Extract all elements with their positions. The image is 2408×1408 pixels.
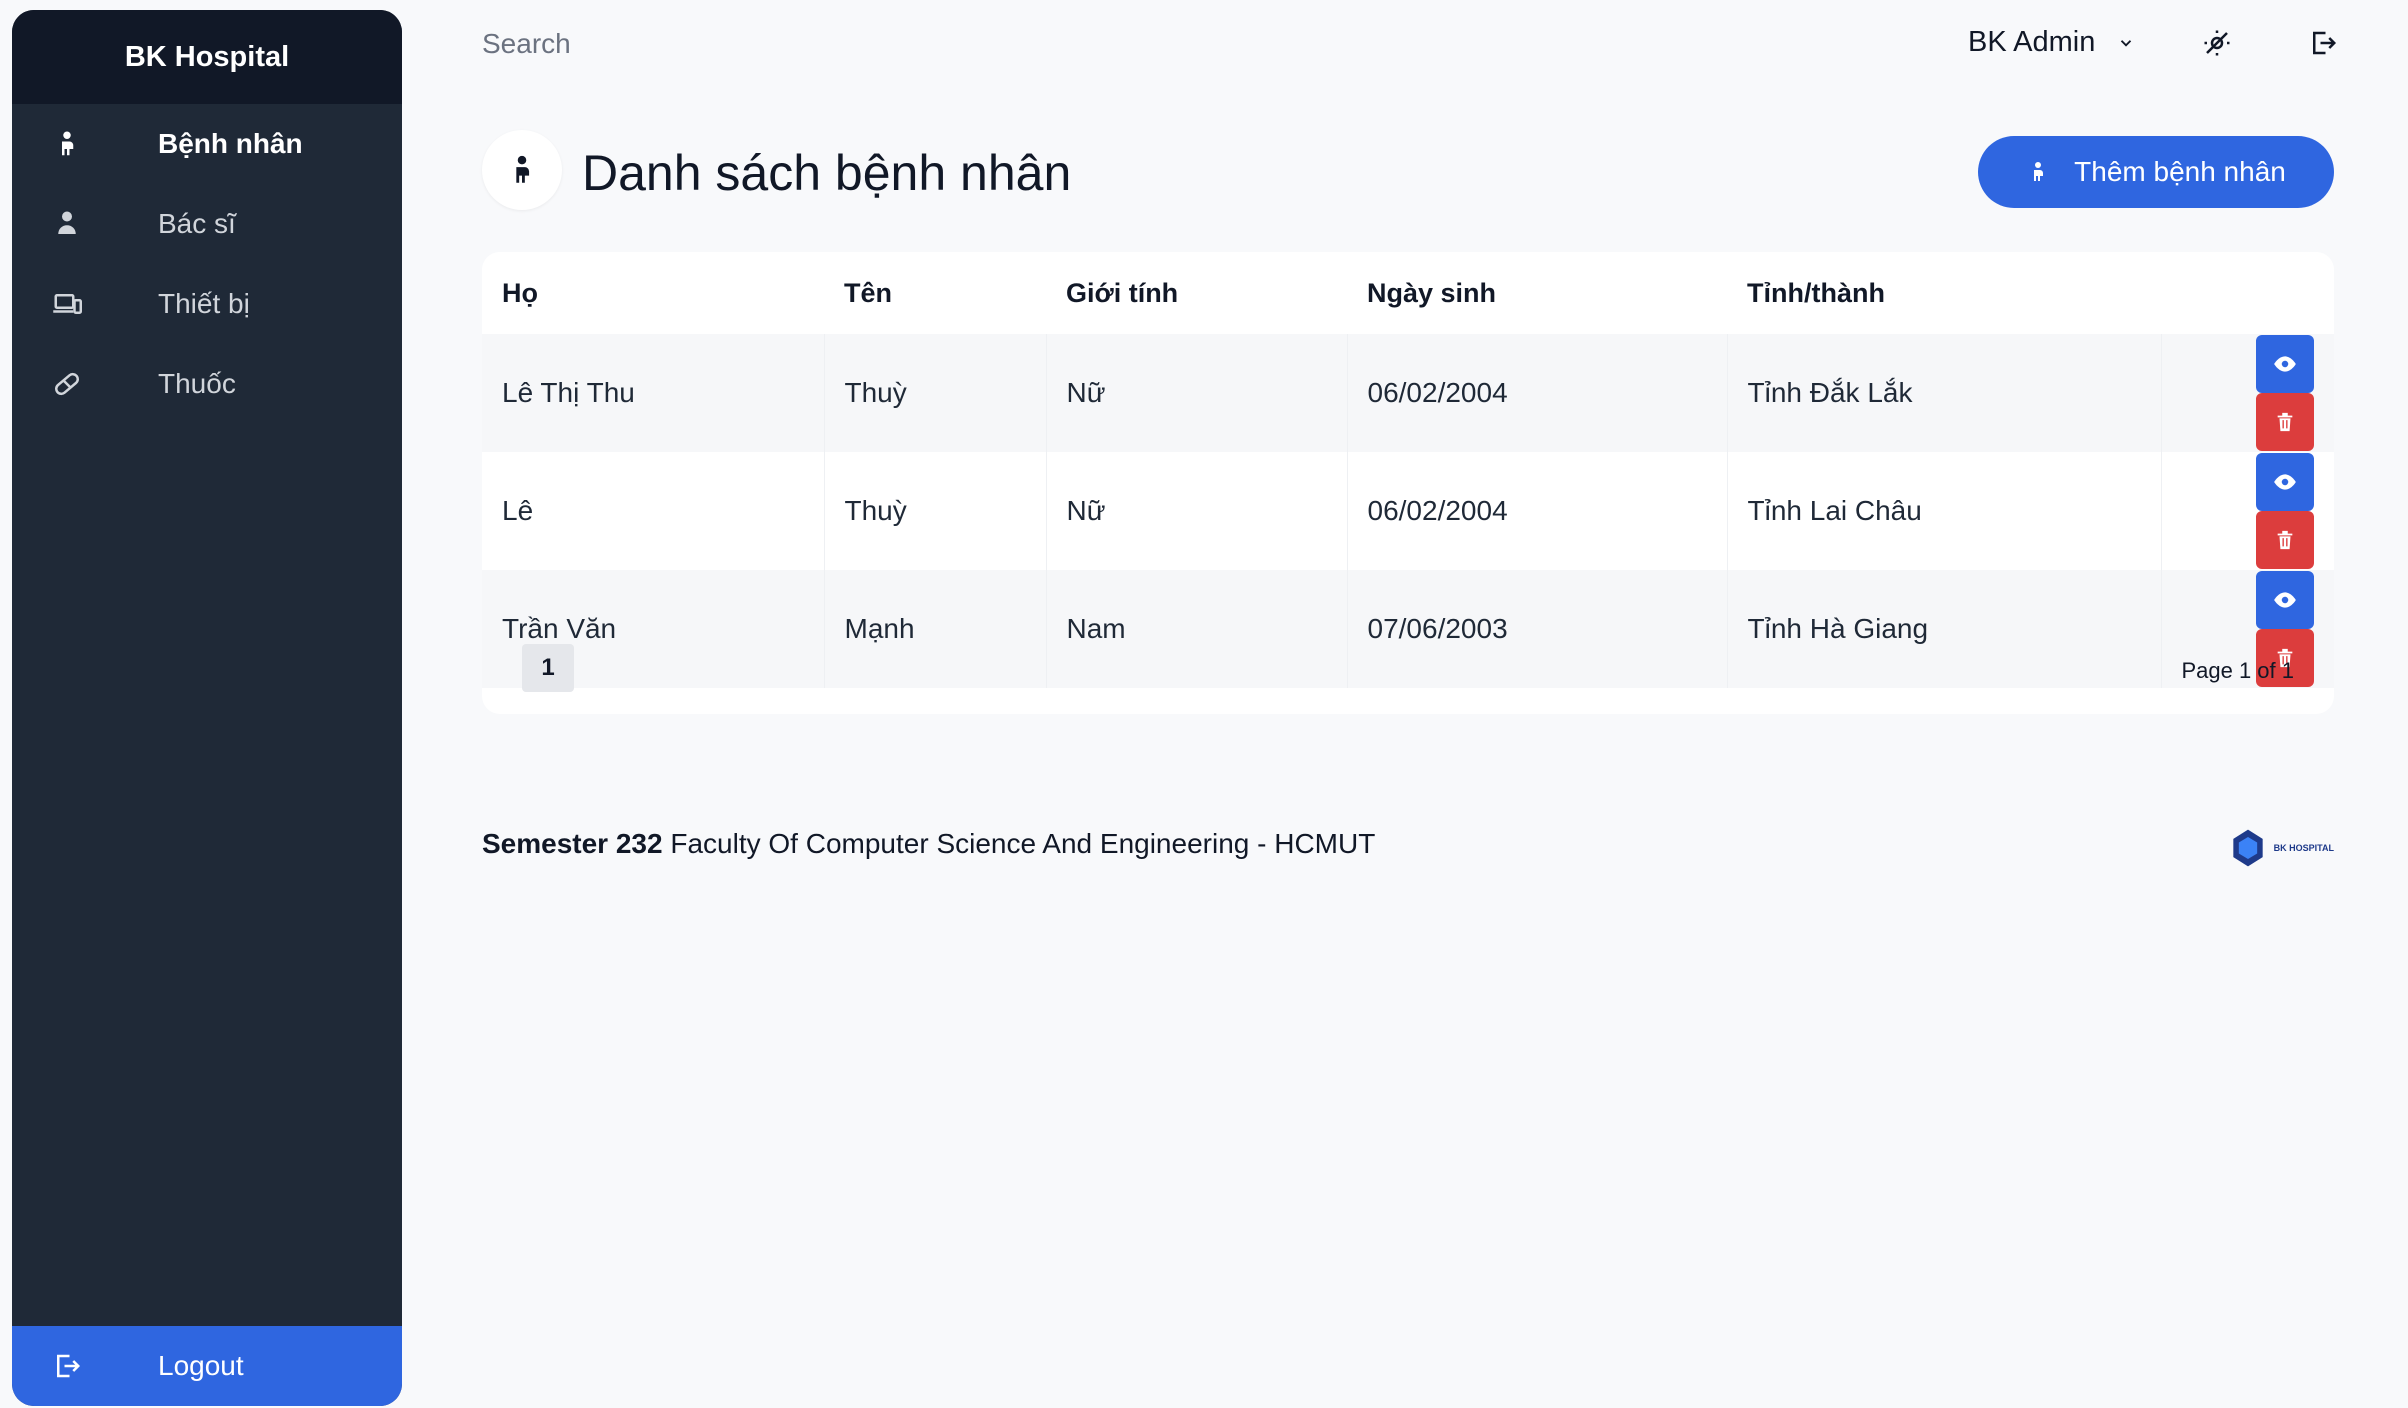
user-menu[interactable]: BK Admin (1968, 26, 2135, 59)
logout-icon (52, 1351, 104, 1381)
page-title: Danh sách bệnh nhân (582, 145, 1072, 201)
sidebar-nav: Bệnh nhân Bác sĩ Thiết bị Thuốc (12, 104, 402, 424)
eye-icon (2274, 356, 2296, 372)
cell-gender: Nữ (1046, 334, 1348, 452)
user-name: BK Admin (1968, 26, 2096, 58)
cell-last-name: Lê (482, 452, 825, 570)
sidebar-item-doctors[interactable]: Bác sĩ (12, 184, 402, 264)
footer-semester: Semester 232 (482, 828, 663, 859)
footer-faculty: Faculty Of Computer Science And Engineer… (670, 828, 1376, 859)
table-row: Lê Thị Thu Thuỳ Nữ 06/02/2004 Tỉnh Đắk L… (482, 334, 2334, 452)
column-header-first-name[interactable]: Tên (824, 252, 1046, 334)
add-patient-label: Thêm bệnh nhân (2074, 156, 2286, 187)
column-header-actions (2161, 252, 2334, 334)
sidebar-item-patients[interactable]: Bệnh nhân (12, 104, 402, 184)
column-header-birthdate[interactable]: Ngày sinh (1347, 252, 1727, 334)
column-header-last-name[interactable]: Họ (482, 252, 824, 334)
brand-title: BK Hospital (12, 10, 402, 104)
search-input[interactable] (482, 22, 982, 66)
logout-label: Logout (158, 1350, 244, 1381)
footer: Semester 232 Faculty Of Computer Science… (482, 826, 2334, 876)
hospital-logo-icon (2232, 829, 2263, 867)
row-actions (2161, 334, 2334, 452)
cell-province: Tỉnh Đắk Lắk (1727, 334, 2162, 452)
logout-icon[interactable] (2308, 28, 2338, 58)
patient-icon (2034, 162, 2044, 181)
patient-icon (52, 129, 104, 159)
sidebar: BK Hospital Bệnh nhân Bác sĩ Thiết bị Th… (12, 10, 402, 1406)
cell-province: Tỉnh Lai Châu (1727, 452, 2162, 570)
eye-icon (2274, 592, 2296, 608)
cell-birthdate: 06/02/2004 (1347, 334, 1728, 452)
page-info: Page 1 of 1 (2181, 658, 2294, 683)
doctor-icon (52, 209, 104, 239)
table-row: Lê Thuỳ Nữ 06/02/2004 Tỉnh Lai Châu (482, 452, 2334, 570)
cell-gender: Nữ (1046, 452, 1348, 570)
view-button[interactable] (2256, 453, 2314, 511)
page-header: Danh sách bệnh nhân Thêm bệnh nhân (482, 130, 2334, 214)
page-number-button[interactable]: 1 (522, 644, 574, 692)
sidebar-item-label: Bệnh nhân (158, 128, 303, 159)
patient-icon (482, 130, 562, 210)
cell-first-name: Thuỳ (824, 452, 1047, 570)
eye-icon (2274, 474, 2296, 490)
cell-birthdate: 06/02/2004 (1347, 452, 1728, 570)
sidebar-item-devices[interactable]: Thiết bị (12, 264, 402, 344)
top-bar: BK Admin (482, 22, 2337, 66)
column-header-province[interactable]: Tỉnh/thành (1727, 252, 2161, 334)
patient-table-card: Họ Tên Giới tính Ngày sinh Tỉnh/thành Lê… (482, 252, 2334, 714)
patient-table: Họ Tên Giới tính Ngày sinh Tỉnh/thành Lê… (482, 252, 2334, 688)
trash-icon (2277, 412, 2293, 432)
chevron-down-icon (2121, 39, 2132, 47)
row-actions (2161, 452, 2334, 570)
hospital-logo: BK HOSPITAL (2226, 826, 2334, 870)
pill-icon (52, 369, 104, 399)
sidebar-item-label: Thiết bị (158, 288, 250, 319)
trash-icon (2277, 530, 2293, 550)
logout-button[interactable]: Logout (12, 1326, 402, 1406)
sidebar-item-medicine[interactable]: Thuốc (12, 344, 402, 424)
cell-last-name: Lê Thị Thu (482, 334, 825, 452)
theme-toggle-icon[interactable] (2202, 28, 2232, 58)
footer-text: Semester 232 Faculty Of Computer Science… (482, 828, 1375, 860)
view-button[interactable] (2256, 571, 2314, 629)
table-header-row: Họ Tên Giới tính Ngày sinh Tỉnh/thành (482, 252, 2334, 334)
add-patient-button[interactable]: Thêm bệnh nhân (1978, 136, 2334, 208)
cell-first-name: Thuỳ (824, 334, 1047, 452)
column-header-gender[interactable]: Giới tính (1046, 252, 1347, 334)
view-button[interactable] (2256, 335, 2314, 393)
delete-button[interactable] (2256, 511, 2314, 569)
pagination: 1 Page 1 of 1 (482, 624, 2334, 714)
sidebar-item-label: Thuốc (158, 368, 236, 399)
devices-icon (52, 289, 104, 319)
sidebar-item-label: Bác sĩ (158, 208, 236, 239)
delete-button[interactable] (2256, 393, 2314, 451)
hospital-logo-text: BK HOSPITAL (2273, 843, 2334, 853)
